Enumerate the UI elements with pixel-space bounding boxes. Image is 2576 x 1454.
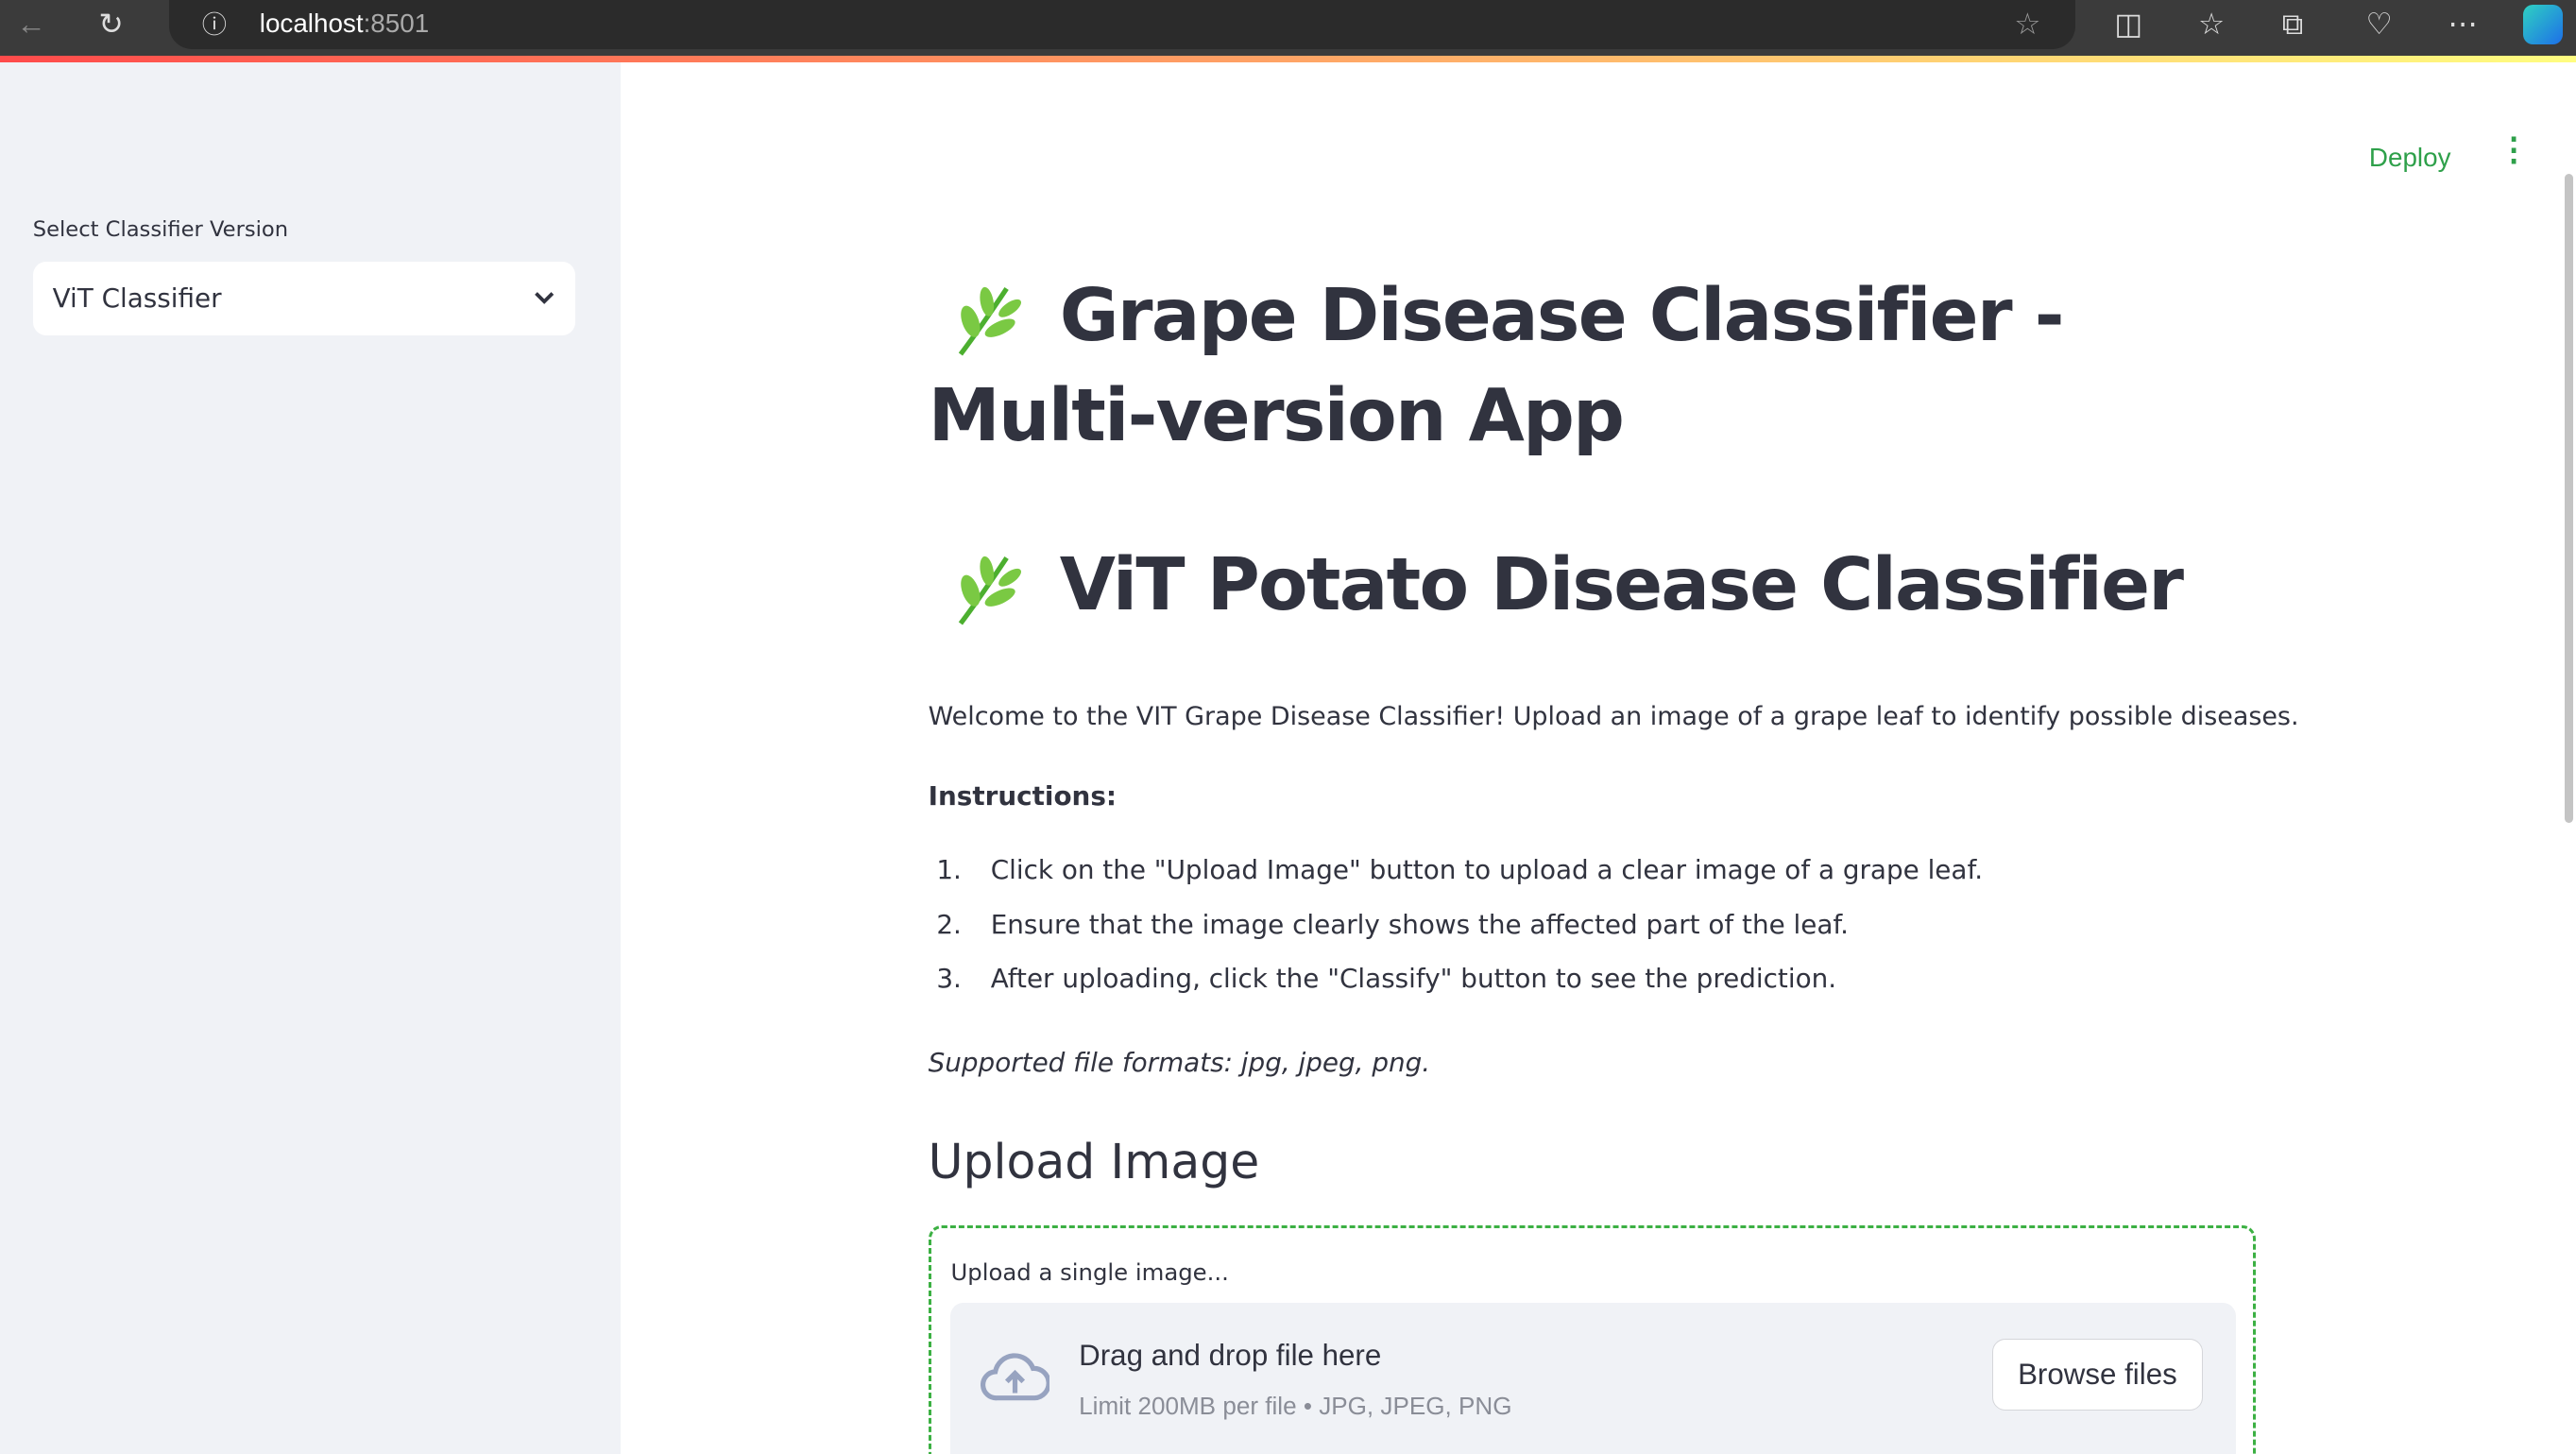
info-icon[interactable]: ⓘ — [202, 7, 227, 43]
dropzone[interactable]: Drag and drop file here Limit 200MB per … — [950, 1302, 2236, 1454]
select-value: ViT Classifier — [52, 282, 222, 315]
drop-limit: Limit 200MB per file • JPG, JPEG, PNG — [1079, 1391, 1512, 1420]
back-icon[interactable]: ← — [16, 7, 45, 43]
url-text[interactable]: localhost:8501 — [260, 9, 429, 39]
instructions-heading: Instructions: — [928, 780, 1117, 813]
deploy-button[interactable]: Deploy — [2369, 143, 2451, 173]
more-icon[interactable]: ⋯ — [2448, 7, 2477, 43]
item-number: 1. — [936, 854, 962, 886]
upload-heading: Upload Image — [928, 1134, 1260, 1190]
favorites-icon[interactable]: ☆ — [2198, 7, 2225, 43]
item-text: Click on the "Upload Image" button to up… — [990, 854, 1984, 886]
title-text: Grape Disease Classifier - Multi-version… — [928, 273, 2065, 458]
file-uploader: Upload a single image... Drag and drop f… — [928, 1225, 2256, 1454]
item-number: 2. — [936, 908, 962, 940]
browse-files-button[interactable]: Browse files — [1992, 1338, 2203, 1411]
instructions-list: 1. Click on the "Upload Image" button to … — [929, 854, 1983, 1017]
main-content: Deploy ⋮ Grape Disease Classifier - Mult… — [621, 62, 2576, 1454]
herb-icon — [959, 287, 1022, 356]
uploader-label: Upload a single image... — [950, 1257, 1229, 1286]
supported-formats: Supported file formats: jpg, jpeg, png. — [928, 1046, 1431, 1078]
page-subtitle: ViT Potato Disease Classifier — [929, 536, 2184, 636]
list-item: 2. Ensure that the image clearly shows th… — [929, 909, 1983, 963]
page-title: Grape Disease Classifier - Multi-version… — [929, 266, 2276, 467]
drop-title: Drag and drop file here — [1079, 1338, 1382, 1372]
address-bar[interactable] — [169, 0, 2075, 50]
item-text: After uploading, click the "Classify" bu… — [990, 963, 1837, 995]
scrollbar[interactable] — [2564, 174, 2573, 824]
split-screen-icon[interactable]: ◫ — [2114, 7, 2142, 43]
list-item: 3. After uploading, click the "Classify" … — [929, 963, 1983, 1017]
url-host: localhost — [259, 8, 364, 38]
welcome-text: Welcome to the VIT Grape Disease Classif… — [928, 701, 2299, 731]
list-item: 1. Click on the "Upload Image" button to … — [929, 854, 1983, 908]
item-number: 3. — [936, 963, 962, 995]
url-port: :8501 — [363, 8, 430, 38]
select-label: Select Classifier Version — [32, 216, 289, 242]
collections-icon[interactable]: ⧉ — [2282, 7, 2303, 43]
item-text: Ensure that the image clearly shows the … — [990, 908, 1850, 940]
classifier-version-select[interactable]: ViT Classifier — [32, 261, 575, 335]
cloud-upload-icon — [980, 1353, 1049, 1401]
health-icon[interactable]: ♡ — [2365, 7, 2392, 43]
herb-icon — [959, 556, 1022, 626]
subtitle-text: ViT Potato Disease Classifier — [1059, 542, 2184, 627]
sidebar: Select Classifier Version ViT Classifier — [0, 62, 622, 1454]
reload-icon[interactable]: ↻ — [98, 7, 123, 43]
browser-toolbar: ← ↻ ⓘ localhost:8501 ☆ ◫ ☆ ⧉ ♡ ⋯ — [0, 0, 2576, 57]
header-decoration — [0, 56, 2576, 63]
main-menu-icon[interactable]: ⋮ — [2498, 131, 2531, 169]
copilot-icon[interactable] — [2523, 5, 2564, 44]
star-icon[interactable]: ☆ — [2014, 7, 2040, 43]
chevron-down-icon — [534, 292, 554, 304]
